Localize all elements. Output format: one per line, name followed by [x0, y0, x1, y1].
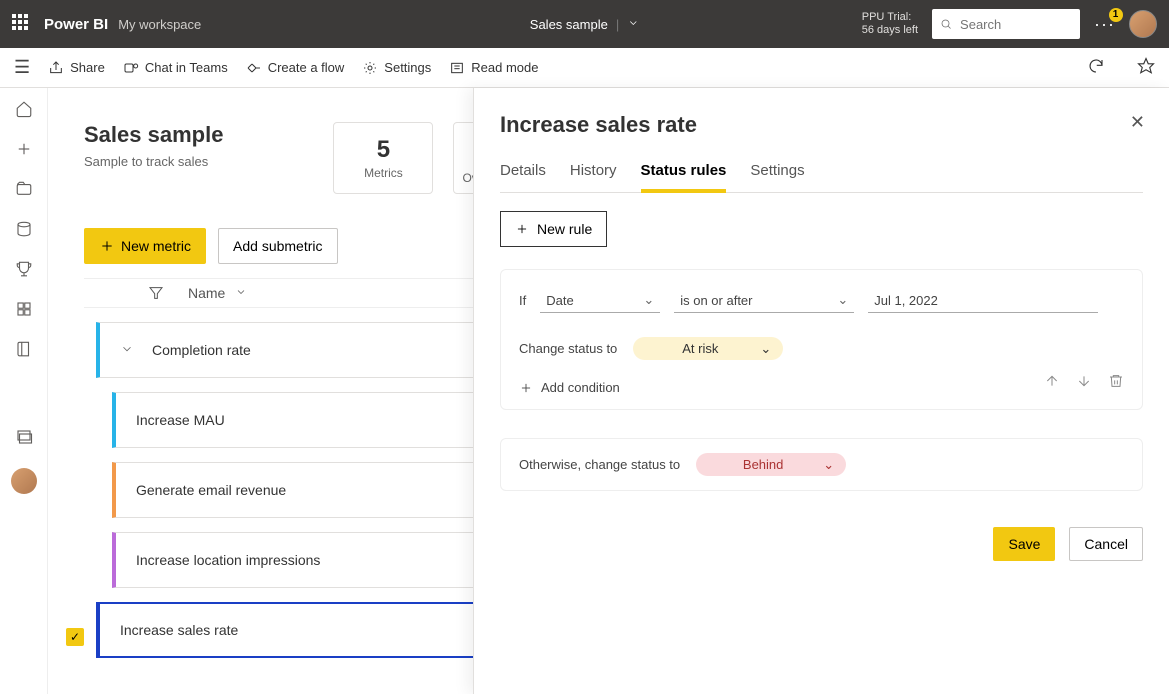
- if-label: If: [519, 293, 526, 308]
- search-box[interactable]: [932, 9, 1080, 39]
- browse-icon[interactable]: [15, 180, 33, 198]
- left-nav-rail: [0, 88, 48, 694]
- filter-icon[interactable]: [148, 285, 164, 301]
- rule-block: If Date⌄ is on or after⌄ Jul 1, 2022 Cha…: [500, 269, 1143, 410]
- hamburger-icon[interactable]: ☰: [14, 57, 30, 78]
- tab-history[interactable]: History: [570, 156, 617, 192]
- plus-icon: [99, 238, 115, 254]
- cancel-button[interactable]: Cancel: [1069, 527, 1143, 561]
- panel-tabs: Details History Status rules Settings: [500, 156, 1143, 193]
- metrics-count-label: Metrics: [364, 166, 403, 180]
- create-flow-button[interactable]: Create a flow: [246, 60, 345, 76]
- workspace-name[interactable]: My workspace: [118, 17, 201, 32]
- column-name[interactable]: Name: [188, 285, 225, 301]
- read-mode-button[interactable]: Read mode: [449, 60, 538, 76]
- workspaces-icon[interactable]: [15, 428, 33, 446]
- chevron-down-icon: ⌄: [643, 292, 654, 308]
- tab-settings[interactable]: Settings: [750, 156, 804, 192]
- chevron-down-icon[interactable]: [627, 17, 639, 32]
- gear-icon: [362, 60, 378, 76]
- chat-teams-button[interactable]: Chat in Teams: [123, 60, 228, 76]
- move-down-icon[interactable]: [1076, 373, 1092, 392]
- rule-value-input[interactable]: Jul 1, 2022: [868, 289, 1098, 313]
- learn-icon[interactable]: [15, 340, 33, 358]
- metric-details-panel: Increase sales rate ✕ Details History St…: [473, 88, 1169, 694]
- trial-status[interactable]: PPU Trial: 56 days left: [862, 11, 918, 37]
- change-status-label: Change status to: [519, 341, 617, 356]
- goals-icon[interactable]: [15, 260, 33, 278]
- tab-status-rules[interactable]: Status rules: [641, 156, 727, 193]
- otherwise-label: Otherwise, change status to: [519, 457, 680, 472]
- data-hub-icon[interactable]: [15, 220, 33, 238]
- plus-icon: [519, 381, 533, 395]
- new-metric-button[interactable]: New metric: [84, 228, 206, 264]
- expand-icon[interactable]: [120, 342, 134, 359]
- brand-label: Power BI: [44, 16, 108, 33]
- notification-badge: 1: [1109, 8, 1123, 22]
- delete-icon[interactable]: [1108, 373, 1124, 392]
- favorite-icon[interactable]: [1137, 57, 1155, 78]
- main-content: Sales sample Sample to track sales 5 Met…: [48, 88, 1169, 694]
- tab-details[interactable]: Details: [500, 156, 546, 192]
- global-header: Power BI My workspace Sales sample | PPU…: [0, 0, 1169, 48]
- page-title: Sales sample: [84, 122, 223, 148]
- new-rule-button[interactable]: New rule: [500, 211, 607, 247]
- panel-title: Increase sales rate: [500, 112, 1143, 138]
- share-icon: [48, 60, 64, 76]
- flow-icon: [246, 60, 262, 76]
- rule-operator-select[interactable]: is on or after⌄: [674, 288, 854, 313]
- status-select-if[interactable]: At risk⌄: [633, 337, 783, 360]
- chevron-down-icon: ⌄: [837, 292, 848, 308]
- command-bar: ☰ Share Chat in Teams Create a flow Sett…: [0, 48, 1169, 88]
- page-subtitle: Sample to track sales: [84, 154, 223, 169]
- close-icon[interactable]: ✕: [1130, 112, 1145, 133]
- avatar[interactable]: [1129, 10, 1157, 38]
- plus-icon: [515, 222, 529, 236]
- home-icon[interactable]: [15, 100, 33, 118]
- plus-icon[interactable]: [15, 140, 33, 158]
- app-launcher-icon[interactable]: [12, 14, 32, 34]
- workspace-avatar[interactable]: [11, 468, 37, 494]
- row-checkbox[interactable]: ✓: [66, 628, 84, 646]
- chevron-down-icon: ⌄: [823, 457, 834, 473]
- save-button[interactable]: Save: [993, 527, 1055, 561]
- teams-icon: [123, 60, 139, 76]
- add-condition-button[interactable]: Add condition: [519, 380, 1124, 395]
- chevron-down-icon: ⌄: [760, 341, 771, 357]
- settings-button[interactable]: Settings: [362, 60, 431, 76]
- share-button[interactable]: Share: [48, 60, 105, 76]
- metrics-count-value: 5: [377, 136, 390, 164]
- rule-field-select[interactable]: Date⌄: [540, 288, 660, 313]
- refresh-icon[interactable]: [1087, 57, 1105, 78]
- search-input[interactable]: [958, 16, 1072, 33]
- more-options-button[interactable]: ··· 1: [1094, 14, 1115, 35]
- status-select-else[interactable]: Behind⌄: [696, 453, 846, 476]
- otherwise-block: Otherwise, change status to Behind⌄: [500, 438, 1143, 491]
- search-icon: [940, 17, 952, 31]
- add-submetric-button[interactable]: Add submetric: [218, 228, 337, 264]
- chevron-down-icon[interactable]: [235, 285, 247, 301]
- breadcrumb-divider: |: [616, 17, 619, 32]
- move-up-icon[interactable]: [1044, 373, 1060, 392]
- breadcrumb: Sales sample |: [530, 17, 639, 32]
- report-name[interactable]: Sales sample: [530, 17, 608, 32]
- metrics-count-card[interactable]: 5 Metrics: [333, 122, 433, 194]
- read-icon: [449, 60, 465, 76]
- apps-icon[interactable]: [15, 300, 33, 318]
